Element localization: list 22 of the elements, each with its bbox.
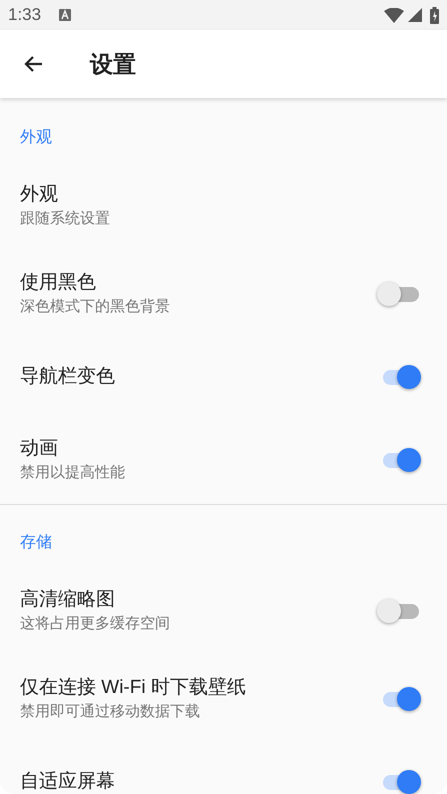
section-header: 存储 xyxy=(20,534,52,551)
setting-subtitle: 跟随系统设置 xyxy=(20,209,111,229)
status-time: 1:33 xyxy=(8,4,42,26)
setting-title: 仅在连接 Wi-Fi 时下载壁纸 xyxy=(20,676,247,700)
setting-title: 高清缩略图 xyxy=(20,588,116,612)
setting-subtitle: 深色模式下的黑色背景 xyxy=(20,297,171,317)
setting-subtitle: 禁用以提高性能 xyxy=(20,463,126,483)
notification-icon xyxy=(59,9,72,21)
setting-subtitle: 这将占用更多缓存空间 xyxy=(20,614,171,634)
setting-title: 导航栏变色 xyxy=(20,365,116,389)
setting-title: 动画 xyxy=(20,437,59,461)
setting-title: 使用黑色 xyxy=(20,271,97,295)
setting-title: 外观 xyxy=(20,183,59,207)
toggle-switch[interactable] xyxy=(377,599,421,623)
setting-subtitle: 禁用即可通过移动数据下载 xyxy=(20,702,201,722)
toggle-switch[interactable] xyxy=(377,282,421,306)
page-title: 设置 xyxy=(90,50,136,79)
section-header: 外观 xyxy=(20,129,52,146)
battery-icon xyxy=(430,6,439,24)
wifi-icon xyxy=(384,8,404,22)
setting-title: 自适应屏幕 xyxy=(20,770,116,794)
signal-icon xyxy=(408,8,422,22)
